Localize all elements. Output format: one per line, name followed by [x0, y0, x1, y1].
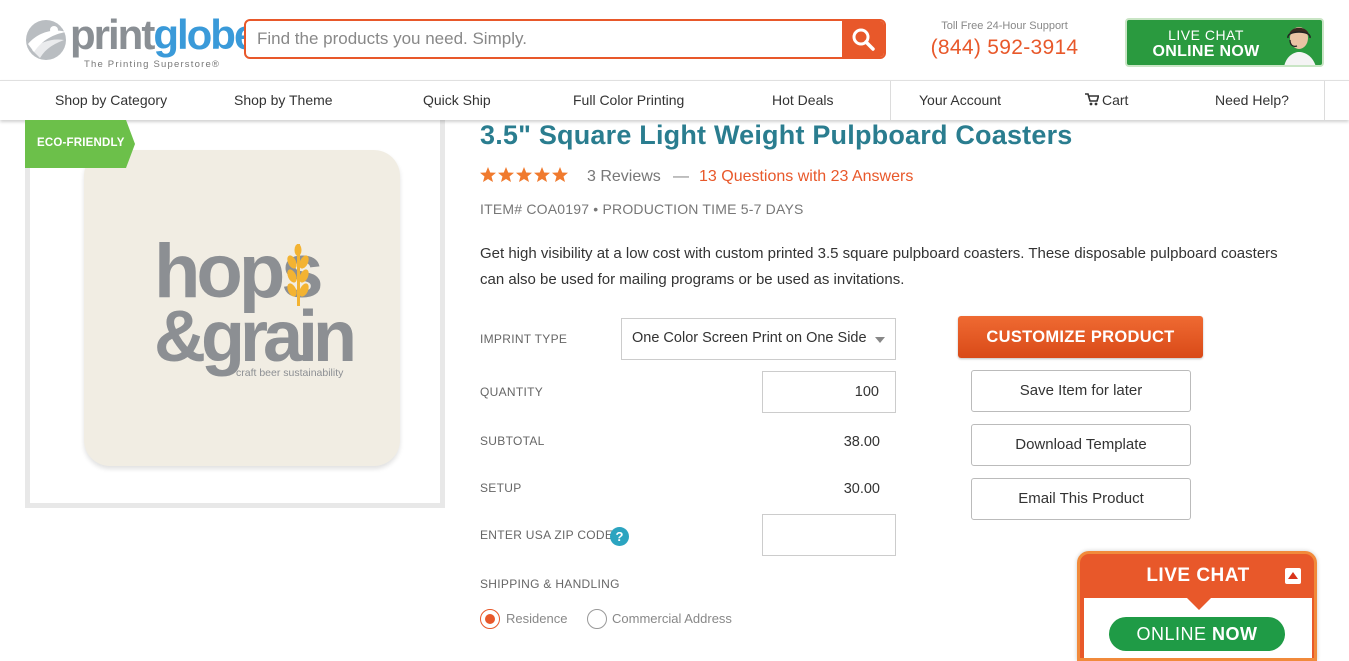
- logo-word-blue: globe: [153, 11, 257, 58]
- imprint-type-select[interactable]: One Color Screen Print on One Side: [621, 318, 896, 360]
- commercial-address-radio[interactable]: [587, 609, 607, 629]
- nav-cart[interactable]: Cart: [1085, 92, 1128, 108]
- setup-label: SETUP: [480, 481, 522, 495]
- imprint-type-label: IMPRINT TYPE: [480, 332, 568, 346]
- live-chat-line1: LIVE CHAT: [1168, 27, 1244, 43]
- zip-code-input[interactable]: [762, 514, 896, 556]
- site-header: printglobe® The Printing Superstore® Tol…: [0, 0, 1349, 80]
- product-image-coaster: hops &grain craft beer sustainability: [84, 150, 400, 466]
- star-icon: [480, 167, 496, 182]
- star-icon: [534, 167, 550, 182]
- quantity-label: QUANTITY: [480, 385, 544, 399]
- nav-quick-ship[interactable]: Quick Ship: [423, 92, 491, 108]
- residence-radio[interactable]: [480, 609, 500, 629]
- nav-shop-by-category[interactable]: Shop by Category: [55, 92, 167, 108]
- support-label: Toll Free 24-Hour Support: [941, 20, 1068, 32]
- product-title: 3.5" Square Light Weight Pulpboard Coast…: [480, 120, 1073, 150]
- setup-value: 30.00: [843, 481, 880, 497]
- subtotal-label: SUBTOTAL: [480, 434, 545, 448]
- printglobe-logo[interactable]: printglobe® The Printing Superstore®: [24, 12, 264, 74]
- chevron-down-icon: [875, 337, 885, 343]
- nav-divider: [890, 81, 891, 120]
- product-description: Get high visibility at a low cost with c…: [480, 245, 1278, 288]
- support-agent-icon: [1278, 20, 1320, 65]
- item-number-production-time: ITEM# COA0197 • PRODUCTION TIME 5-7 DAYS: [480, 201, 804, 217]
- star-icon: [498, 167, 514, 182]
- quantity-input[interactable]: [762, 371, 896, 413]
- reviews-link[interactable]: 3 Reviews: [587, 168, 661, 186]
- shipping-handling-label: SHIPPING & HANDLING: [480, 577, 620, 591]
- now-label: NOW: [1212, 624, 1258, 644]
- online-label: ONLINE: [1136, 624, 1207, 644]
- logo-wordmark: printglobe®: [70, 11, 264, 58]
- eco-friendly-label: ECO-FRIENDLY: [37, 137, 125, 149]
- download-template-button[interactable]: Download Template: [971, 424, 1191, 466]
- search-icon: [852, 28, 875, 51]
- customize-product-button[interactable]: CUSTOMIZE PRODUCT: [958, 316, 1203, 358]
- logo-line-tagline: craft beer sustainability: [236, 367, 344, 379]
- live-chat-widget-title: LIVE CHAT: [1146, 565, 1250, 586]
- support-info: Toll Free 24-Hour Support (844) 592-3914: [922, 20, 1087, 60]
- nav-shop-by-theme[interactable]: Shop by Theme: [234, 92, 333, 108]
- logo-word-gray: print: [70, 11, 155, 58]
- zip-code-label: ENTER USA ZIP CODE: [480, 528, 614, 542]
- nav-hot-deals[interactable]: Hot Deals: [772, 92, 833, 108]
- save-item-button[interactable]: Save Item for later: [971, 370, 1191, 412]
- search-bar: [244, 19, 886, 59]
- support-phone[interactable]: (844) 592-3914: [922, 36, 1087, 60]
- search-input[interactable]: [246, 21, 844, 57]
- globe-swoosh-icon: [26, 20, 66, 60]
- nav-full-color-printing[interactable]: Full Color Printing: [573, 92, 684, 108]
- star-icon: [516, 167, 532, 182]
- nav-divider: [1324, 81, 1325, 120]
- help-icon[interactable]: ?: [610, 527, 629, 546]
- live-chat-line2: ONLINE NOW: [1152, 43, 1260, 60]
- rating-stars[interactable]: [480, 166, 570, 186]
- logo-tagline: The Printing Superstore®: [84, 59, 221, 70]
- cart-icon: [1085, 93, 1100, 106]
- nav-need-help[interactable]: Need Help?: [1215, 92, 1289, 108]
- questions-link[interactable]: 13 Questions with 23 Answers: [699, 168, 913, 186]
- reviews-separator: —: [673, 168, 689, 185]
- residence-label[interactable]: Residence: [506, 611, 567, 626]
- nav-your-account[interactable]: Your Account: [919, 92, 1001, 108]
- speech-notch: [1187, 598, 1211, 610]
- main-nav: Shop by Category Shop by Theme Quick Shi…: [0, 80, 1349, 120]
- star-icon: [552, 167, 568, 182]
- logo-line-grain: &grain: [154, 297, 353, 377]
- commercial-address-label[interactable]: Commercial Address: [612, 611, 732, 626]
- subtotal-value: 38.00: [843, 434, 880, 450]
- email-product-button[interactable]: Email This Product: [971, 478, 1191, 520]
- eco-friendly-badge: ECO-FRIENDLY: [25, 120, 135, 168]
- nav-cart-label: Cart: [1102, 92, 1129, 108]
- online-now-badge: ONLINE NOW: [1109, 617, 1285, 651]
- live-chat-header-button[interactable]: LIVE CHAT ONLINE NOW: [1125, 18, 1324, 67]
- hops-grain-product-logo: hops &grain craft beer sustainability: [154, 229, 358, 379]
- imprint-type-value: One Color Screen Print on One Side: [632, 330, 867, 346]
- search-button[interactable]: [842, 21, 884, 57]
- expand-chat-icon[interactable]: [1285, 568, 1301, 584]
